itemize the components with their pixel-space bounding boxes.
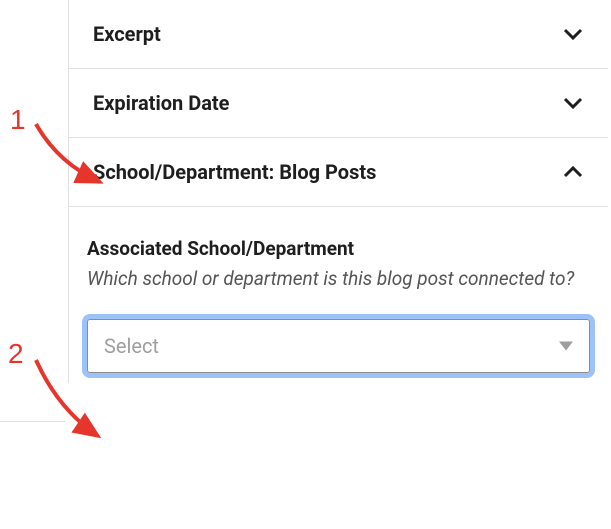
settings-panel: Excerpt Expiration Date School/Departmen… xyxy=(68,0,608,383)
section-blog-posts[interactable]: School/Department: Blog Posts xyxy=(69,138,608,207)
annotation-number-1: 1 xyxy=(10,104,26,136)
chevron-down-icon xyxy=(562,92,584,114)
triangle-down-icon xyxy=(559,341,573,350)
divider xyxy=(0,421,66,422)
section-blog-posts-body: Associated School/Department Which schoo… xyxy=(69,207,608,383)
section-blog-posts-title: School/Department: Blog Posts xyxy=(93,160,376,184)
annotation-number-2: 2 xyxy=(8,338,24,370)
field-label: Associated School/Department xyxy=(87,237,590,260)
section-expiration-title: Expiration Date xyxy=(93,91,229,115)
school-department-select[interactable]: Select xyxy=(87,319,590,373)
chevron-up-icon xyxy=(562,161,584,183)
section-excerpt-title: Excerpt xyxy=(93,22,161,46)
select-placeholder: Select xyxy=(104,334,159,358)
section-excerpt[interactable]: Excerpt xyxy=(69,0,608,69)
chevron-down-icon xyxy=(562,23,584,45)
section-expiration[interactable]: Expiration Date xyxy=(69,69,608,138)
field-description: Which school or department is this blog … xyxy=(87,266,590,293)
